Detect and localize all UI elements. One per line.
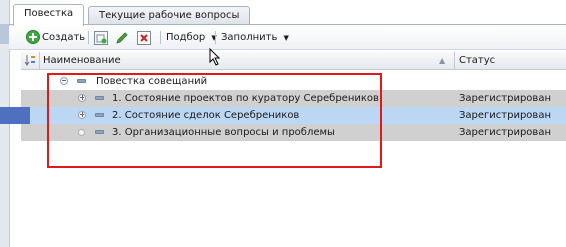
table-header: Наименование ▲ Статус [21,52,566,70]
mouse-cursor-icon [209,47,221,66]
toolbar-separator [88,31,89,44]
left-panel-marker [0,24,9,44]
dropdown-arrow-icon: ▼ [283,34,289,42]
select-button[interactable]: Подбор ▼ [166,29,217,46]
column-header-status[interactable]: Статус [459,52,564,69]
sort-order-icon[interactable] [23,52,37,69]
edit-pencil-icon[interactable] [115,31,129,45]
selected-row-marker [0,107,30,124]
tab-bar: Повестка Текущие рабочие вопросы [9,0,566,26]
create-button-label: Создать [42,32,86,43]
copy-icon[interactable] [94,31,108,45]
select-button-label: Подбор [166,32,206,43]
tabs-underline [9,24,566,25]
fill-button-label: Заполнить [221,32,278,43]
row-status: Зарегистрирован [459,127,551,138]
add-icon [26,30,40,44]
column-header-name[interactable]: Наименование [43,52,423,69]
column-separator [39,52,40,69]
fill-button[interactable]: Заполнить ▼ [221,29,289,46]
toolbar: Создать Подбор ▼ Заполнить ▼ [9,26,566,50]
row-status: Зарегистрирован [459,93,551,104]
toolbar-separator [160,31,161,44]
toolbar-separator [215,31,216,44]
delete-icon[interactable] [137,31,151,45]
tab-agenda[interactable]: Повестка [13,4,85,26]
highlight-frame [47,73,382,168]
column-separator [454,52,455,69]
row-status: Зарегистрирован [459,110,551,121]
sort-indicator-icon[interactable]: ▲ [439,52,451,69]
tab-current-issues[interactable]: Текущие рабочие вопросы [88,6,251,25]
